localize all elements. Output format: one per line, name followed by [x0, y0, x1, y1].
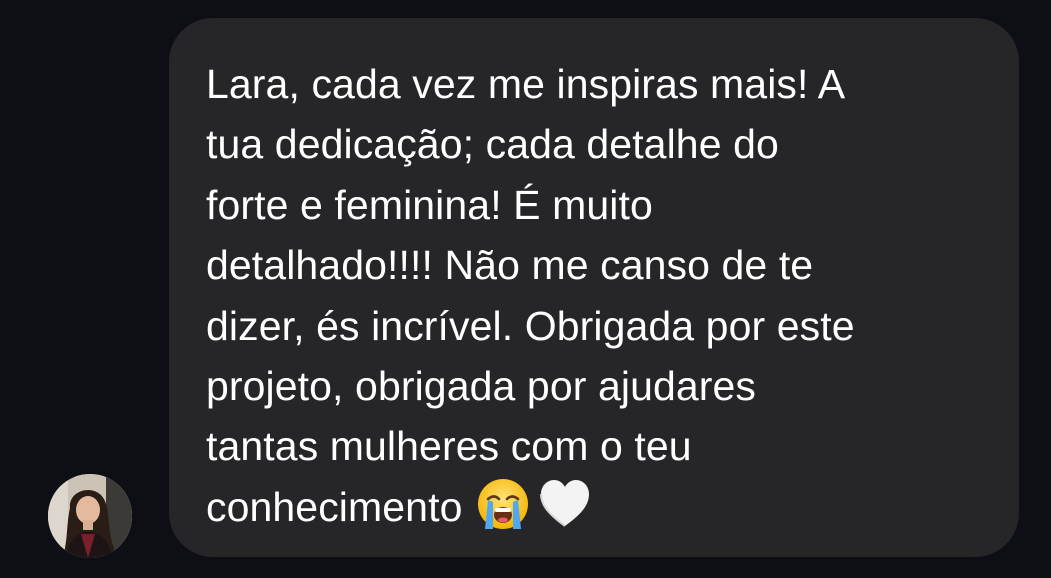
message-bubble[interactable]: Lara, cada vez me inspiras mais! A tua d… — [169, 18, 1019, 557]
message-line: dizer, és incrível. Obrigada por este — [206, 302, 855, 349]
white-heart-icon — [538, 477, 592, 531]
message-line: forte e feminina! É muito — [206, 181, 653, 228]
message-line: conhecimento — [206, 483, 463, 530]
message-text: Lara, cada vez me inspiras mais! A tua d… — [206, 54, 985, 537]
chat-screen: Lara, cada vez me inspiras mais! A tua d… — [0, 0, 1051, 578]
message-line: detalhado!!!! Não me canso de te — [206, 242, 814, 289]
emoji-group — [476, 477, 592, 531]
avatar-photo — [48, 474, 132, 558]
message-line: Lara, cada vez me inspiras mais! A — [206, 61, 846, 107]
loudly-crying-face-icon — [476, 477, 530, 531]
message-line: tua dedicação; cada detalhe do — [206, 121, 779, 168]
message-last-line: conhecimento — [206, 477, 985, 537]
message-line: projeto, obrigada por ajudares — [206, 363, 757, 410]
message-line: tantas mulheres com o teu — [206, 423, 692, 470]
sender-avatar[interactable] — [48, 474, 132, 558]
